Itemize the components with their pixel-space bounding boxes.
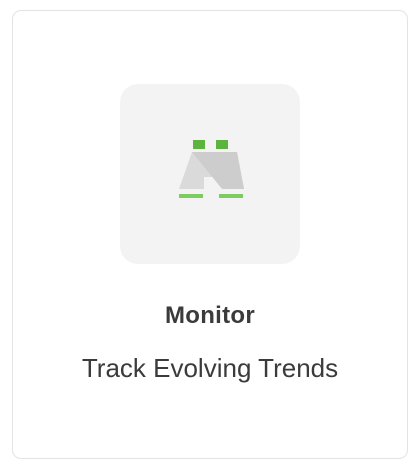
card-subtitle: Track Evolving Trends: [81, 353, 339, 383]
card-title: Monitor: [164, 302, 256, 329]
feature-card[interactable]: Monitor Track Evolving Trends: [12, 10, 408, 459]
binoculars-icon: [179, 140, 244, 198]
icon-tile: [120, 84, 300, 264]
